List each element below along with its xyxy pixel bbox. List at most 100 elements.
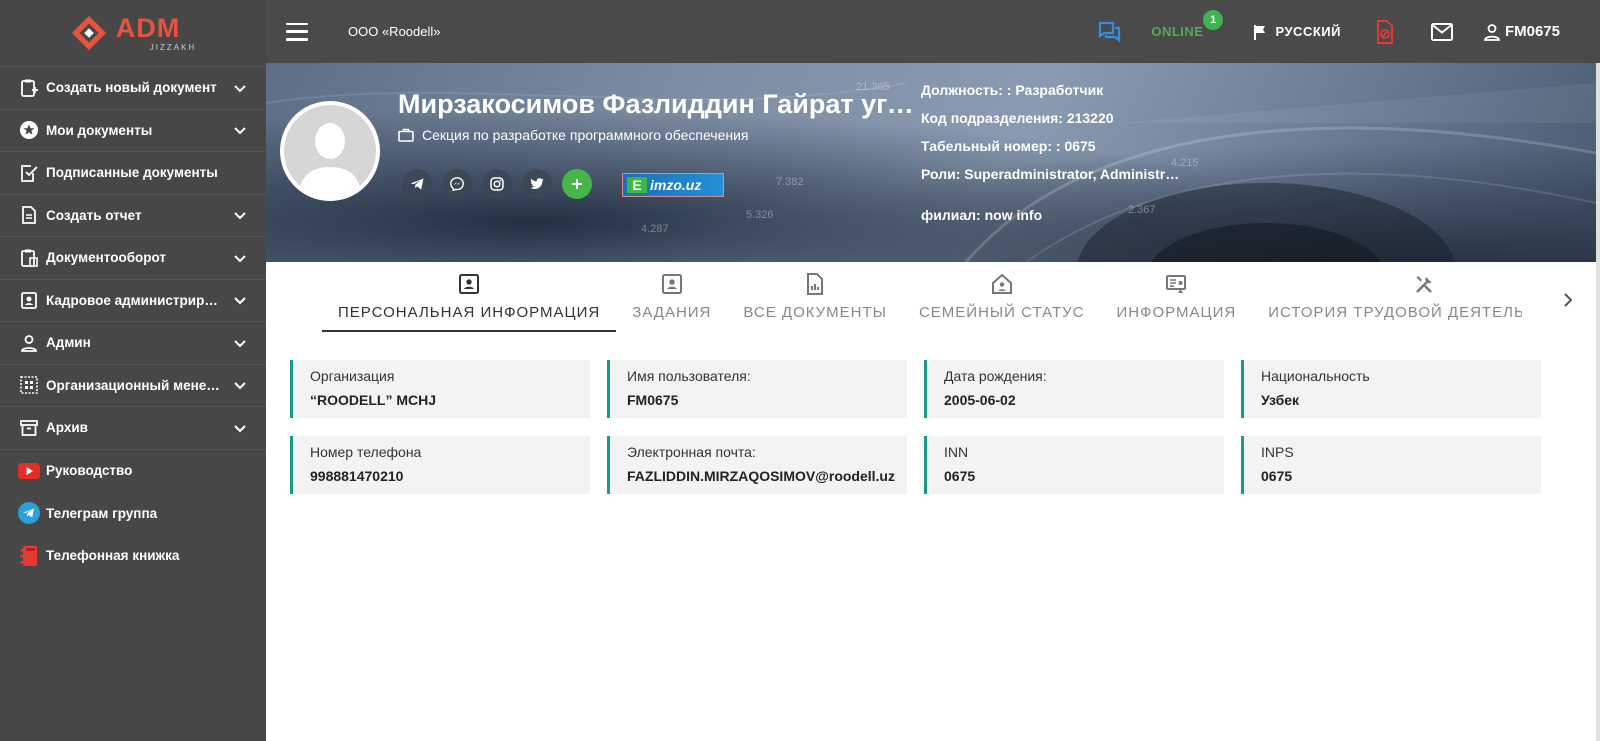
profile-division-code: Код подразделения: 213220 [921, 111, 1114, 126]
online-label: ONLINE [1151, 24, 1204, 39]
sidebar-item-label: Админ [46, 335, 91, 351]
tab-label: ИНФОРМАЦИЯ [1116, 304, 1237, 321]
field-label: Номер телефона [310, 444, 422, 460]
sidebar-item-archive[interactable]: Архив [0, 407, 266, 450]
chevron-down-icon [234, 255, 246, 263]
profile-position: Должность: : Разработчик [921, 83, 1104, 98]
page-scrollbar[interactable] [1596, 63, 1600, 741]
field-value: FM0675 [627, 392, 679, 408]
twitter-link[interactable] [522, 169, 552, 199]
brand-title: ADM [115, 12, 181, 43]
telegram-link[interactable] [402, 169, 432, 199]
telegram-icon [410, 178, 424, 190]
profile-roles: Роли: Superadministrator, Administrator [921, 167, 1181, 182]
sidebar-item-admin[interactable]: Админ [0, 322, 266, 365]
telegram-icon [18, 502, 40, 525]
add-social-button[interactable] [562, 169, 592, 199]
language-selector[interactable]: РУССКИЙ [1253, 24, 1341, 40]
field-value: Узбек [1261, 392, 1300, 408]
archive-box-icon [18, 417, 40, 439]
tab-tasks[interactable]: ЗАДАНИЯ [616, 268, 727, 338]
tab-information[interactable]: ИНФОРМАЦИЯ [1101, 268, 1253, 338]
sidebar-item-signed-documents[interactable]: Подписанные документы [0, 152, 266, 195]
field-label: Национальность [1261, 368, 1370, 384]
department-name: Секция по разработке программного обеспе… [422, 127, 749, 143]
sidebar-item-my-documents[interactable]: Мои документы [0, 110, 266, 152]
chevron-down-icon [234, 212, 246, 220]
clipboard-plus-icon [18, 77, 40, 99]
youtube-icon [18, 460, 40, 482]
sidebar-item-label: Телеграм группа [46, 505, 158, 521]
avatar[interactable] [280, 101, 380, 201]
sidebar-item-label: Руководство [46, 463, 133, 479]
tab-personal-info[interactable]: ПЕРСОНАЛЬНАЯ ИНФОРМАЦИЯ [322, 268, 617, 338]
document-blocked-icon[interactable] [1375, 19, 1395, 44]
sidebar-item-label: Архив [46, 420, 88, 436]
sidebar-item-hr-administration[interactable]: Кадровое администрирование [0, 280, 266, 322]
imzo-label: imzo.uz [650, 177, 702, 193]
profile-department: Секция по разработке программного обеспе… [398, 127, 748, 143]
field-value: FAZLIDDIN.MIRZAQOSIMOV@roodell.uz [627, 468, 895, 484]
star-circle-icon [18, 119, 40, 141]
document-chart-icon [807, 273, 824, 295]
messenger-link[interactable] [442, 169, 472, 199]
tab-label: ИСТОРИЯ ТРУДОВОЙ ДЕЯТЕЛЬНОСТИ [1268, 304, 1522, 321]
clipboard-copy-icon [18, 247, 40, 269]
sidebar: ADM JIZZAKH Создать новый документ Мои д… [0, 0, 266, 741]
field-nationality: Национальность Узбек [1241, 360, 1541, 418]
online-status[interactable]: ONLINE 1 [1151, 10, 1224, 39]
field-label: INPS [1261, 444, 1294, 460]
grid-dots-icon [18, 374, 40, 396]
imzo-link[interactable]: E imzo.uz [622, 173, 724, 197]
tab-label: СЕМЕЙНЫЙ СТАТУС [918, 304, 1085, 321]
home-person-icon [991, 273, 1012, 294]
field-label: Организация [310, 368, 395, 384]
svg-text:5.326: 5.326 [746, 209, 774, 221]
profile-banner: 21.365 4.215 7.382 5.326 4.287 2.367 Мир… [266, 63, 1596, 262]
instagram-link[interactable] [482, 169, 512, 199]
sidebar-item-guide[interactable]: Руководство [0, 450, 266, 493]
tab-all-documents[interactable]: ВСЕ ДОКУМЕНТЫ [727, 268, 903, 338]
tab-work-history[interactable]: ИСТОРИЯ ТРУДОВОЙ ДЕЯТЕЛЬНОСТИ [1252, 268, 1522, 338]
sidebar-item-phone-book[interactable]: Телефонная книжка [0, 535, 266, 578]
social-links [402, 169, 592, 199]
field-inn: INN 0675 [924, 436, 1224, 494]
id-badge-icon [18, 289, 40, 311]
mail-icon[interactable] [1430, 22, 1453, 41]
user-icon [1484, 23, 1500, 41]
field-value: 2005-06-02 [944, 392, 1016, 408]
profile-branch: филиал: now info [921, 208, 1043, 223]
sidebar-item-org-management[interactable]: Организационный менеджмент [0, 365, 266, 407]
field-organization: Организация “ROODELL” MCHJ [290, 360, 590, 418]
profile-details: Должность: : Разработчик Код подразделен… [921, 83, 1181, 236]
menu-toggle-button[interactable] [286, 22, 308, 41]
brand-subtitle: JIZZAKH [149, 42, 197, 52]
chevron-down-icon [234, 297, 246, 305]
field-birth-date: Дата рождения: 2005-06-02 [924, 360, 1224, 418]
id-card-icon [459, 274, 480, 294]
sidebar-item-label: Документооборот [46, 250, 167, 266]
field-value: 0675 [944, 468, 976, 484]
tabs-scroll-right-icon[interactable] [1556, 288, 1580, 312]
tab-family-status[interactable]: СЕМЕЙНЫЙ СТАТУС [903, 268, 1101, 338]
sidebar-item-document-flow[interactable]: Документооборот [0, 237, 266, 280]
briefcase-icon [398, 128, 414, 142]
sidebar-item-label: Создать отчет [46, 207, 142, 223]
field-label: Имя пользователя: [627, 368, 751, 384]
sidebar-item-label: Организационный менеджмент [46, 377, 226, 393]
profile-tabs: ПЕРСОНАЛЬНАЯ ИНФОРМАЦИЯ ЗАДАНИЯ ВСЕ ДОКУ… [322, 268, 1522, 338]
topbar: ООО «Roodell» ONLINE 1 РУССКИЙ FM0675 [266, 0, 1600, 63]
sidebar-item-create-document[interactable]: Создать новый документ [0, 67, 266, 110]
user-menu[interactable]: FM0675 [1483, 23, 1560, 41]
brand-logo[interactable]: ADM JIZZAKH [0, 0, 266, 67]
person-silhouette-icon [298, 123, 362, 197]
chevron-down-icon [234, 425, 246, 433]
sidebar-item-telegram-group[interactable]: Телеграм группа [0, 492, 266, 535]
chat-icon[interactable] [1097, 21, 1121, 43]
sidebar-item-create-report[interactable]: Создать отчет [0, 195, 266, 237]
online-count-badge: 1 [1203, 10, 1224, 30]
info-card-icon [1166, 275, 1187, 293]
sidebar-item-label: Кадровое администрирование [46, 292, 226, 308]
field-phone: Номер телефона 998881470210 [290, 436, 590, 494]
sidebar-item-label: Телефонная книжка [46, 548, 180, 564]
